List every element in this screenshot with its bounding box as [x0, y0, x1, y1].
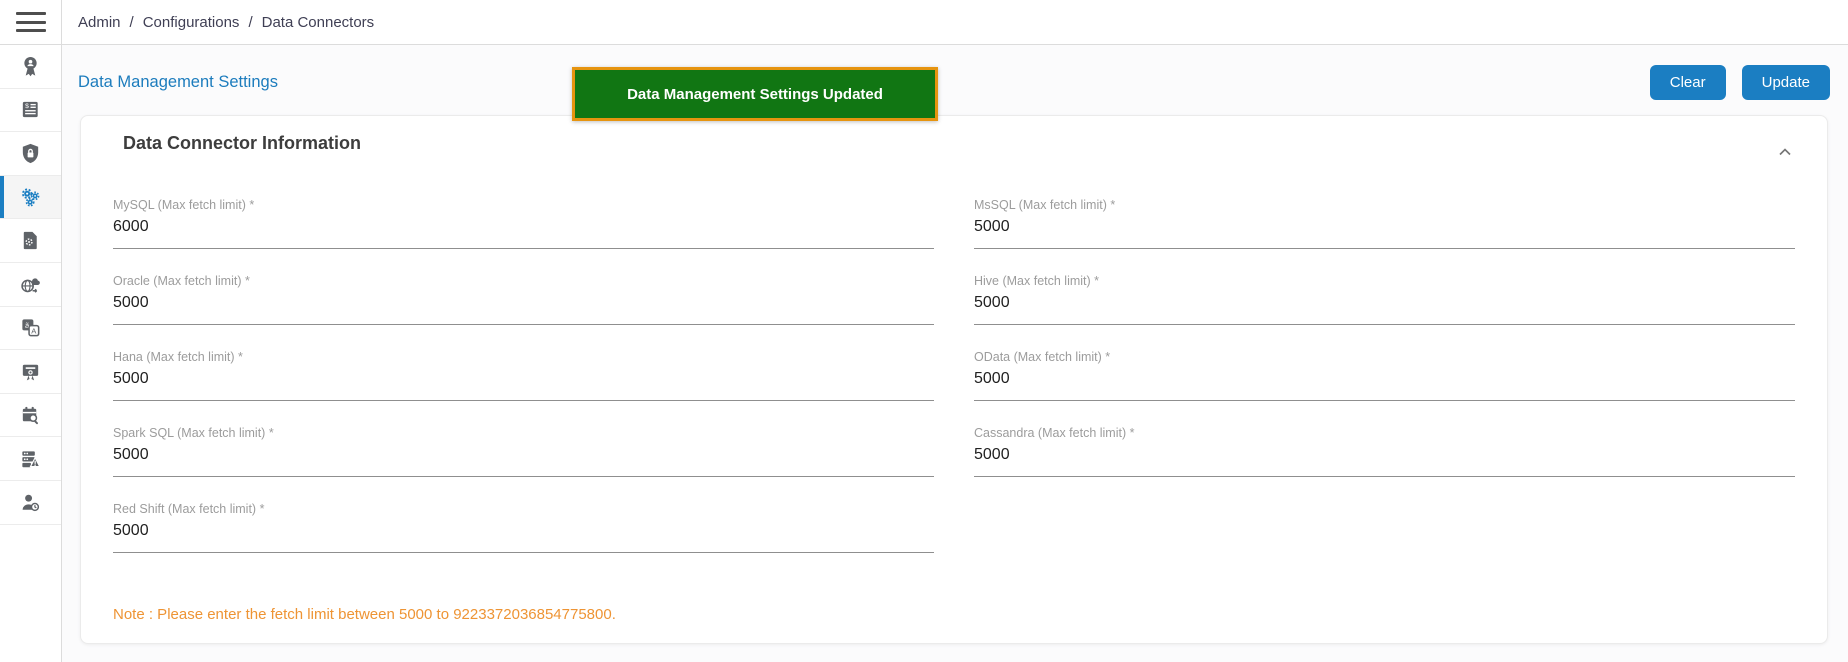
field-label: Spark SQL (Max fetch limit) * [113, 426, 274, 440]
mssql-fetch-limit-input[interactable] [974, 216, 1795, 249]
page-title: Data Management Settings [78, 72, 278, 91]
field-label: Cassandra (Max fetch limit) * [974, 426, 1135, 440]
field-label: Hana (Max fetch limit) * [113, 350, 243, 364]
card-title: Data Connector Information [123, 133, 362, 153]
chevron-up-icon [1779, 148, 1791, 156]
sidebar-item-file-settings[interactable] [0, 219, 61, 263]
hamburger-icon [15, 28, 46, 32]
field-hive: Hive (Max fetch limit) * [974, 272, 1795, 325]
app-root: $ ã A Admin / Configurations / Data Conn… [0, 0, 1848, 662]
spark-sql-fetch-limit-input[interactable] [113, 444, 934, 477]
field-label: Oracle (Max fetch limit) * [113, 274, 250, 288]
svg-text:A: A [31, 327, 37, 336]
field-red-shift: Red Shift (Max fetch limit) * [113, 500, 934, 553]
clear-button[interactable]: Clear [1649, 64, 1726, 100]
billing-invoice-icon: $ [22, 102, 38, 118]
schedule-search-icon [22, 406, 38, 424]
breadcrumb-separator: / [129, 13, 134, 31]
sidebar: $ ã A [0, 0, 62, 662]
field-label: MsSQL (Max fetch limit) * [974, 198, 1116, 212]
field-mysql: MySQL (Max fetch limit) * [113, 196, 934, 249]
sidebar-item-system-alerts[interactable] [0, 437, 61, 481]
red-shift-fetch-limit-input[interactable] [113, 520, 934, 553]
odata-fetch-limit-input[interactable] [974, 368, 1795, 401]
user-activity-icon [22, 494, 40, 511]
breadcrumb-admin[interactable]: Admin [78, 14, 121, 31]
sidebar-item-schedule-search[interactable] [0, 394, 61, 438]
data-transfer-globe-icon [21, 278, 40, 293]
field-label: OData (Max fetch limit) * [974, 350, 1111, 364]
field-label: MySQL (Max fetch limit) * [113, 198, 255, 212]
sidebar-item-translation[interactable]: ã A [0, 307, 61, 351]
field-label: Hive (Max fetch limit) * [974, 274, 1100, 288]
content-region: Admin / Configurations / Data Connectors… [62, 0, 1848, 662]
toast-message: Data Management Settings Updated [627, 85, 883, 103]
field-spark-sql: Spark SQL (Max fetch limit) * [113, 424, 934, 477]
oracle-fetch-limit-input[interactable] [113, 292, 934, 325]
mysql-fetch-limit-input[interactable] [113, 216, 934, 249]
hamburger-menu-button[interactable] [0, 0, 61, 45]
field-label: Red Shift (Max fetch limit) * [113, 502, 265, 516]
cassandra-fetch-limit-input[interactable] [974, 444, 1795, 477]
sidebar-item-data-transfer[interactable] [0, 263, 61, 307]
sidebar-item-user-award[interactable] [0, 45, 61, 89]
configurations-gears-icon [21, 188, 40, 207]
sidebar-item-security[interactable] [0, 132, 61, 176]
server-alert-icon [22, 451, 41, 468]
fetch-limit-note: Note : Please enter the fetch limit betw… [113, 606, 616, 623]
breadcrumb-data-connectors: Data Connectors [261, 13, 375, 31]
main-area: Data Management Settings Updated Data Ma… [62, 45, 1848, 662]
sidebar-item-certificate[interactable] [0, 350, 61, 394]
hive-fetch-limit-input[interactable] [974, 292, 1795, 325]
sidebar-item-user-activity[interactable] [0, 481, 61, 525]
breadcrumb-separator: / [248, 13, 253, 31]
svg-text:$: $ [25, 104, 29, 111]
breadcrumb-configurations[interactable]: Configurations [143, 14, 240, 31]
file-settings-icon [23, 232, 37, 250]
translation-icon: ã A [22, 319, 40, 337]
topbar: Admin / Configurations / Data Connectors [62, 0, 1848, 45]
user-award-icon [24, 56, 37, 77]
page-header: Data Management Settings Clear Update [62, 45, 1848, 101]
field-oracle: Oracle (Max fetch limit) * [113, 272, 934, 325]
breadcrumb: Admin / Configurations / Data Connectors [78, 14, 374, 31]
field-hana: Hana (Max fetch limit) * [113, 348, 934, 401]
security-shield-icon [22, 143, 39, 164]
field-mssql: MsSQL (Max fetch limit) * [974, 196, 1795, 249]
sidebar-item-billing[interactable]: $ [0, 89, 61, 133]
hamburger-icon [15, 12, 46, 16]
fields-grid: MySQL (Max fetch limit) * MsSQL (Max fet… [113, 196, 1795, 576]
hana-fetch-limit-input[interactable] [113, 368, 934, 401]
field-cassandra: Cassandra (Max fetch limit) * [974, 424, 1795, 477]
collapse-section-button[interactable] [1773, 140, 1797, 167]
data-connector-card: Data Connector Information MySQL (Max fe… [80, 115, 1828, 644]
hamburger-icon [15, 20, 46, 24]
sidebar-item-configurations[interactable] [0, 175, 61, 220]
update-button[interactable]: Update [1741, 64, 1830, 100]
success-toast: Data Management Settings Updated [572, 67, 938, 121]
certificate-icon [22, 364, 39, 381]
field-odata: OData (Max fetch limit) * [974, 348, 1795, 401]
